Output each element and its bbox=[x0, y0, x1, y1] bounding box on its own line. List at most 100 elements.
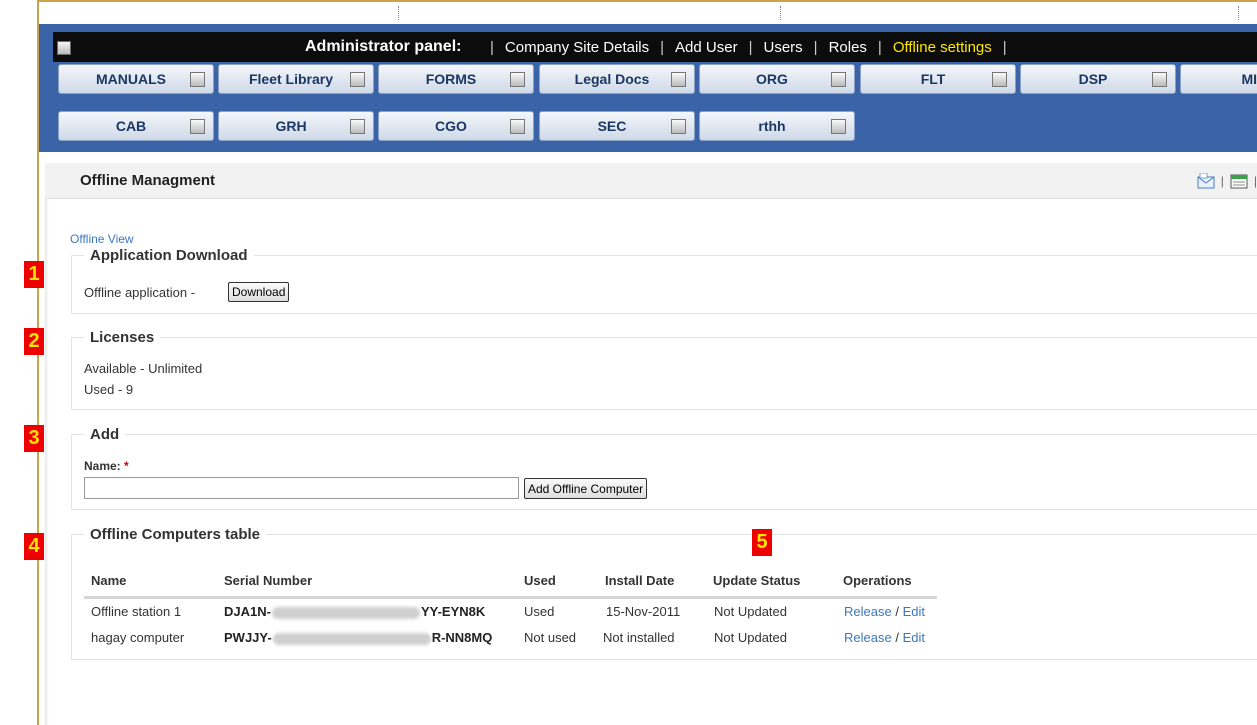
edit-pencil-icon[interactable] bbox=[57, 41, 71, 55]
frame-tick bbox=[780, 6, 781, 20]
serial-end: YY-EYN8K bbox=[420, 604, 486, 619]
content-shadow bbox=[45, 199, 49, 725]
serial-start: PWJJY- bbox=[224, 630, 272, 645]
tab-legal-docs[interactable]: Legal Docs bbox=[539, 64, 695, 94]
row-used: Used bbox=[524, 604, 555, 619]
column-header-serial: Serial Number bbox=[224, 573, 313, 588]
op-separator: / bbox=[895, 604, 899, 619]
licenses-available: Available - Unlimited bbox=[84, 361, 203, 376]
tab-sec[interactable]: SEC bbox=[539, 111, 695, 141]
tab-grh[interactable]: GRH bbox=[218, 111, 374, 141]
op-separator: / bbox=[895, 630, 899, 645]
calendar-icon[interactable] bbox=[1230, 173, 1248, 189]
licenses-used: Used - 9 bbox=[84, 382, 134, 397]
application-download-section: Application Download bbox=[71, 247, 1257, 314]
row-serial: PWJJY- R-NN8MQ bbox=[224, 630, 492, 645]
row-install-date: 15-Nov-2011 bbox=[606, 604, 681, 619]
nav-separator: | bbox=[1002, 39, 1007, 56]
edit-pencil-icon[interactable] bbox=[831, 72, 846, 87]
tab-dsp[interactable]: DSP bbox=[1020, 64, 1176, 94]
row-update-status: Not Updated bbox=[714, 630, 787, 645]
serial-end: R-NN8MQ bbox=[431, 630, 493, 645]
column-header-operations: Operations bbox=[843, 573, 912, 588]
admin-panel-title: Administrator panel: bbox=[305, 38, 462, 55]
tab-flt[interactable]: FLT bbox=[860, 64, 1016, 94]
tab-rthh[interactable]: rthh bbox=[699, 111, 855, 141]
tab-fleet-library[interactable]: Fleet Library bbox=[218, 64, 374, 94]
page-header: Offline Managment | | bbox=[45, 163, 1257, 199]
offline-view-link[interactable]: Offline View bbox=[70, 232, 134, 246]
release-link[interactable]: Release bbox=[844, 604, 892, 619]
annotation-badge-2: 2 bbox=[24, 328, 44, 355]
column-header-install-date: Install Date bbox=[605, 573, 675, 588]
download-button[interactable]: Download bbox=[228, 282, 290, 302]
licenses-section: Licenses bbox=[71, 329, 1257, 410]
row-serial: DJA1N- YY-EYN8K bbox=[224, 604, 485, 619]
edit-pencil-icon[interactable] bbox=[190, 119, 205, 134]
section-legend: Licenses bbox=[90, 329, 155, 346]
name-input[interactable] bbox=[84, 477, 519, 499]
section-legend: Add bbox=[90, 426, 120, 443]
tool-separator: | bbox=[1220, 174, 1224, 188]
tab-cab[interactable]: CAB bbox=[58, 111, 214, 141]
nav-link-offline-settings[interactable]: Offline settings bbox=[893, 39, 992, 56]
tab-cgo[interactable]: CGO bbox=[378, 111, 534, 141]
annotation-badge-5: 5 bbox=[752, 529, 772, 556]
column-header-name: Name bbox=[91, 573, 127, 588]
nav-link-add-user[interactable]: Add User bbox=[675, 39, 738, 56]
edit-pencil-icon[interactable] bbox=[992, 72, 1007, 87]
header-tools: | | bbox=[1191, 173, 1257, 189]
tab-org[interactable]: ORG bbox=[699, 64, 855, 94]
release-link[interactable]: Release bbox=[844, 630, 892, 645]
edit-pencil-icon[interactable] bbox=[510, 119, 525, 134]
tab-forms[interactable]: FORMS bbox=[378, 64, 534, 94]
frame-top-rule bbox=[37, 0, 1257, 2]
annotation-badge-3: 3 bbox=[24, 425, 44, 452]
name-label-text: Name: bbox=[84, 459, 121, 473]
tab-mi[interactable]: MI bbox=[1180, 64, 1257, 94]
required-marker: * bbox=[124, 459, 129, 473]
frame-tick bbox=[1238, 6, 1239, 20]
admin-nav: | Company Site Details | Add User | User… bbox=[479, 39, 1018, 56]
row-operations: Release / Edit bbox=[844, 604, 925, 619]
redacted-blur bbox=[272, 632, 431, 645]
column-header-update-status: Update Status bbox=[713, 573, 801, 588]
edit-link[interactable]: Edit bbox=[903, 604, 925, 619]
annotation-badge-1: 1 bbox=[24, 261, 44, 288]
email-icon[interactable] bbox=[1197, 173, 1215, 189]
edit-pencil-icon[interactable] bbox=[510, 72, 525, 87]
annotation-badge-4: 4 bbox=[24, 533, 44, 560]
section-legend: Offline Computers table bbox=[90, 526, 261, 543]
table-header-rule bbox=[84, 596, 937, 599]
nav-link-users[interactable]: Users bbox=[763, 39, 802, 56]
redacted-blur bbox=[271, 606, 420, 619]
edit-pencil-icon[interactable] bbox=[1152, 72, 1167, 87]
tab-label: MI bbox=[1241, 71, 1257, 87]
nav-separator: | bbox=[813, 39, 818, 56]
edit-pencil-icon[interactable] bbox=[671, 72, 686, 87]
edit-pencil-icon[interactable] bbox=[350, 72, 365, 87]
frame-tick bbox=[398, 6, 399, 20]
add-offline-computer-button[interactable]: Add Offline Computer bbox=[524, 478, 648, 499]
nav-link-company-site-details[interactable]: Company Site Details bbox=[505, 39, 649, 56]
edit-link[interactable]: Edit bbox=[903, 630, 925, 645]
edit-pencil-icon[interactable] bbox=[831, 119, 846, 134]
nav-separator: | bbox=[660, 39, 665, 56]
nav-link-roles[interactable]: Roles bbox=[829, 39, 867, 56]
row-install-date: Not installed bbox=[603, 630, 675, 645]
nav-separator: | bbox=[748, 39, 753, 56]
section-legend: Application Download bbox=[90, 247, 248, 264]
row-used: Not used bbox=[524, 630, 577, 645]
row-name: hagay computer bbox=[91, 630, 185, 645]
tab-manuals[interactable]: MANUALS bbox=[58, 64, 214, 94]
edit-pencil-icon[interactable] bbox=[350, 119, 365, 134]
nav-separator: | bbox=[877, 39, 882, 56]
page-title: Offline Managment bbox=[80, 172, 216, 189]
edit-pencil-icon[interactable] bbox=[190, 72, 205, 87]
admin-bar: Administrator panel: | Company Site Deta… bbox=[53, 32, 1257, 62]
row-operations: Release / Edit bbox=[844, 630, 925, 645]
row-name: Offline station 1 bbox=[91, 604, 182, 619]
row-update-status: Not Updated bbox=[714, 604, 787, 619]
edit-pencil-icon[interactable] bbox=[671, 119, 686, 134]
serial-start: DJA1N- bbox=[224, 604, 271, 619]
